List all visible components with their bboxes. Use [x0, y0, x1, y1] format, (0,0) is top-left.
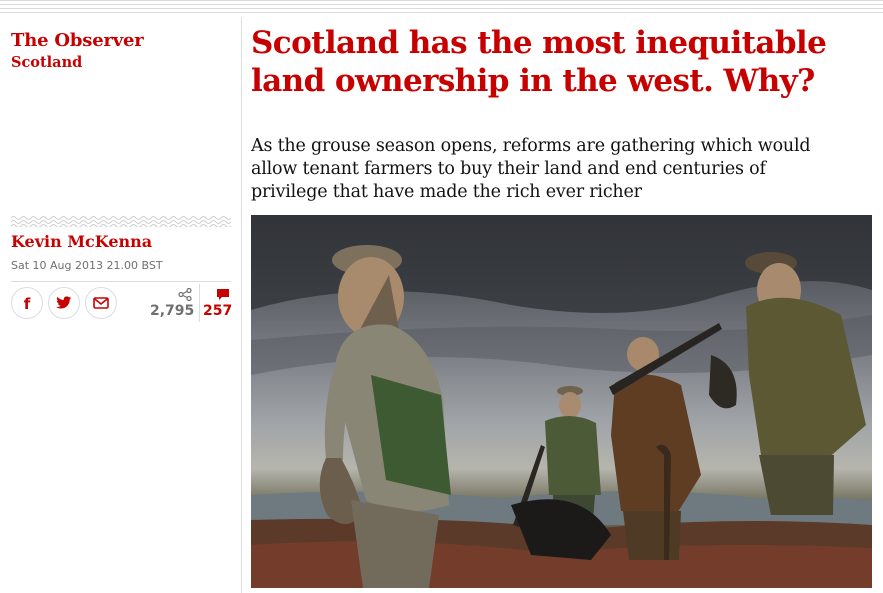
share-count: 2,795	[150, 303, 195, 319]
twitter-icon	[56, 296, 72, 309]
section-subtitle-link[interactable]: Scotland	[11, 54, 82, 71]
comment-count-link[interactable]: 257	[203, 303, 232, 319]
header-rule	[0, 0, 883, 16]
facebook-icon: f	[24, 295, 31, 311]
section-title-link[interactable]: The Observer	[11, 30, 144, 51]
email-icon	[93, 297, 109, 309]
hero-photo-illustration	[251, 215, 872, 588]
column-divider	[241, 17, 242, 593]
article-headline: Scotland has the most inequitable land o…	[251, 25, 827, 99]
publish-date: Sat 10 Aug 2013 21.00 BST	[11, 259, 163, 272]
share-twitter-button[interactable]	[48, 287, 80, 319]
meta-divider	[11, 281, 231, 282]
article-hero-image	[251, 215, 872, 588]
share-count-icon	[178, 288, 192, 301]
share-facebook-button[interactable]: f	[11, 287, 43, 319]
author-byline-link[interactable]: Kevin McKenna	[11, 232, 152, 251]
counts-divider	[199, 284, 200, 322]
article-standfirst: As the grouse season opens, reforms are …	[251, 136, 811, 202]
comment-icon[interactable]	[216, 288, 230, 302]
svg-text:f: f	[24, 295, 31, 311]
share-email-button[interactable]	[85, 287, 117, 319]
squiggle-divider	[11, 216, 231, 227]
